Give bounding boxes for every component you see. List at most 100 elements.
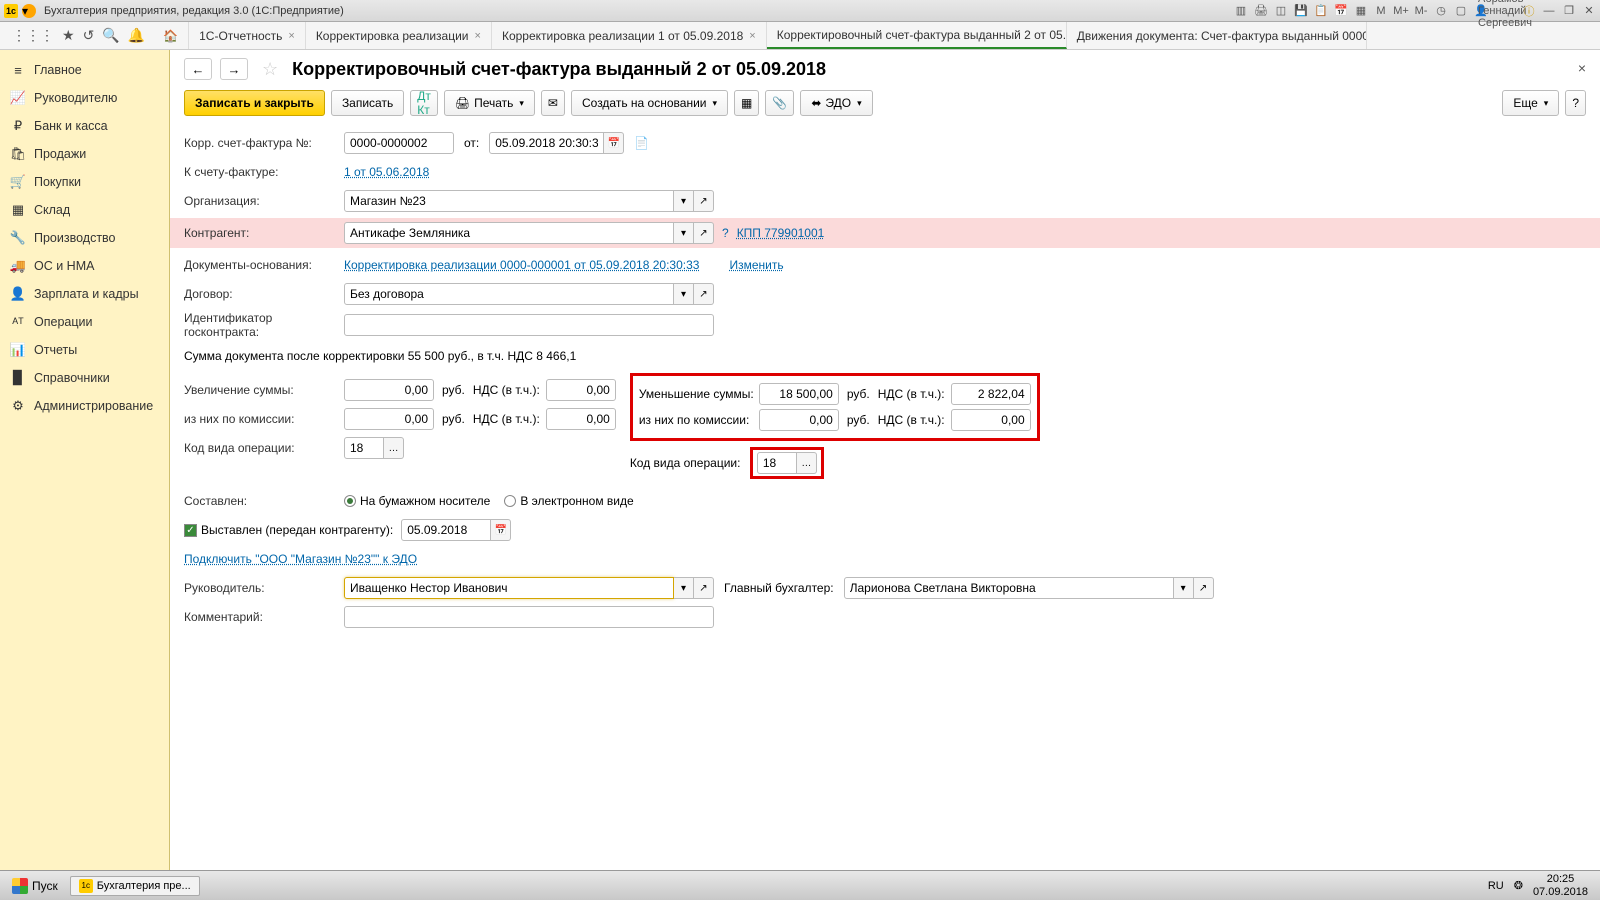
back-button[interactable]: ← — [184, 58, 212, 80]
nav-admin[interactable]: ⚙Администрирование — [0, 392, 169, 420]
director-input[interactable] — [344, 577, 674, 599]
chevron-down-icon[interactable]: ▾ — [1174, 577, 1194, 599]
chevron-down-icon[interactable]: ▾ — [674, 577, 694, 599]
search-icon[interactable]: 🔍 — [102, 27, 119, 44]
dec-sum-input[interactable] — [759, 383, 839, 405]
nav-salary[interactable]: 👤Зарплата и кадры — [0, 280, 169, 308]
inc-comm-input[interactable] — [344, 408, 434, 430]
nav-reports[interactable]: 📊Отчеты — [0, 336, 169, 364]
nav-main[interactable]: ≡Главное — [0, 56, 169, 84]
radio-paper[interactable]: На бумажном носителе — [344, 494, 490, 508]
minimize-icon[interactable]: — — [1542, 4, 1556, 18]
star-icon[interactable]: ★ — [62, 27, 75, 44]
ellipsis-icon[interactable]: … — [384, 437, 404, 459]
related-button[interactable]: ▦ — [734, 90, 759, 116]
tray-icon[interactable]: ❂ — [1514, 879, 1523, 892]
close-doc-icon[interactable]: × — [1578, 60, 1586, 76]
start-button[interactable]: Пуск — [4, 876, 66, 896]
nav-sales[interactable]: 🛍Продажи — [0, 140, 169, 168]
change-link[interactable]: Изменить — [729, 258, 783, 272]
kpp-link[interactable]: КПП 779901001 — [737, 226, 825, 240]
bell-icon[interactable]: 🔔 — [128, 27, 145, 44]
external-icon[interactable]: ↗ — [1194, 577, 1214, 599]
comment-input[interactable] — [344, 606, 714, 628]
m-minus-icon[interactable]: М- — [1414, 4, 1428, 18]
help-icon[interactable]: ? — [722, 226, 729, 240]
op-code1-input[interactable] — [344, 437, 384, 459]
close-icon[interactable]: × — [475, 30, 481, 42]
print-icon[interactable]: 🖨 — [1254, 4, 1268, 18]
calendar-icon[interactable]: 📅 — [491, 519, 511, 541]
calendar-icon[interactable]: 📅 — [604, 132, 624, 154]
more-button[interactable]: Еще▾ — [1502, 90, 1559, 116]
dec-comm-nds-input[interactable] — [951, 409, 1031, 431]
to-invoice-link[interactable]: 1 от 05.06.2018 — [344, 165, 429, 179]
chevron-down-icon[interactable]: ▾ — [674, 222, 694, 244]
date-input[interactable] — [489, 132, 604, 154]
nav-production[interactable]: 🔧Производство — [0, 224, 169, 252]
tab-2[interactable]: Корректировка реализации 1 от 05.09.2018… — [492, 22, 767, 49]
print-button[interactable]: 🖨 Печать▾ — [444, 90, 535, 116]
panel-icon[interactable]: ▢ — [1454, 4, 1468, 18]
close-icon[interactable]: × — [288, 30, 294, 42]
nav-bank[interactable]: ₽Банк и касса — [0, 112, 169, 140]
post-button[interactable]: ДтКт — [410, 90, 438, 116]
copy-icon[interactable]: 📋 — [1314, 4, 1328, 18]
m-plus-icon[interactable]: М+ — [1394, 4, 1408, 18]
op-code2-input[interactable] — [757, 452, 797, 474]
nav-purchases[interactable]: 🛒Покупки — [0, 168, 169, 196]
close-icon[interactable]: × — [749, 30, 755, 42]
attach-button[interactable]: 📎 — [765, 90, 794, 116]
m-icon[interactable]: М — [1374, 4, 1388, 18]
calc-icon[interactable]: ▦ — [1354, 4, 1368, 18]
tab-4[interactable]: Движения документа: Счет-фактура выданны… — [1067, 22, 1367, 49]
create-based-button[interactable]: Создать на основании▾ — [571, 90, 728, 116]
clock[interactable]: 20:25 07.09.2018 — [1533, 873, 1588, 897]
nav-warehouse[interactable]: ▦Склад — [0, 196, 169, 224]
nav-operations[interactable]: ᴬᵀОперации — [0, 308, 169, 336]
connect-edo-link[interactable]: Подключить "ООО "Магазин №23"" к ЭДО — [184, 552, 417, 566]
tab-home[interactable]: 🏠 — [153, 22, 189, 49]
lang-indicator[interactable]: RU — [1488, 880, 1504, 892]
forward-button[interactable]: → — [220, 58, 248, 80]
dec-comm-input[interactable] — [759, 409, 839, 431]
compare-icon[interactable]: ◫ — [1274, 4, 1288, 18]
clock-icon[interactable]: ◷ — [1434, 4, 1448, 18]
help-button[interactable]: ? — [1565, 90, 1586, 116]
org-input[interactable] — [344, 190, 674, 212]
inc-comm-nds-input[interactable] — [546, 408, 616, 430]
tab-1[interactable]: Корректировка реализации× — [306, 22, 492, 49]
issued-checkbox[interactable]: ✓ — [184, 524, 197, 537]
chevron-down-icon[interactable]: ▾ — [674, 283, 694, 305]
close-window-icon[interactable]: ✕ — [1582, 4, 1596, 18]
radio-electronic[interactable]: В электронном виде — [504, 494, 633, 508]
info-icon[interactable]: ⓘ — [1522, 4, 1536, 18]
inc-sum-input[interactable] — [344, 379, 434, 401]
basis-link[interactable]: Корректировка реализации 0000-000001 от … — [344, 258, 699, 272]
calendar-icon[interactable]: 📅 — [1334, 4, 1348, 18]
number-input[interactable] — [344, 132, 454, 154]
status-icon[interactable]: 📄 — [634, 136, 649, 150]
ellipsis-icon[interactable]: … — [797, 452, 817, 474]
chevron-down-icon[interactable]: ▾ — [674, 190, 694, 212]
goscontract-input[interactable] — [344, 314, 714, 336]
record-close-button[interactable]: Записать и закрыть — [184, 90, 325, 116]
save-icon[interactable]: 💾 — [1294, 4, 1308, 18]
tab-3[interactable]: Корректировочный счет-фактура выданный 2… — [767, 22, 1067, 49]
record-button[interactable]: Записать — [331, 90, 404, 116]
apps-icon[interactable]: ⋮⋮⋮ — [12, 27, 54, 44]
nav-assets[interactable]: 🚚ОС и НМА — [0, 252, 169, 280]
external-icon[interactable]: ↗ — [694, 190, 714, 212]
email-button[interactable]: ✉ — [541, 90, 565, 116]
user-name[interactable]: Абрамов Геннадий Сергеевич — [1498, 4, 1512, 18]
app-menu-icon[interactable]: ▾ — [22, 4, 36, 18]
tab-0[interactable]: 1С-Отчетность× — [189, 22, 306, 49]
contragent-input[interactable] — [344, 222, 674, 244]
external-icon[interactable]: ↗ — [694, 283, 714, 305]
history-icon[interactable]: ↺ — [83, 27, 95, 44]
taskbar-item[interactable]: 1c Бухгалтерия пре... — [70, 876, 200, 896]
print-preview-icon[interactable]: ▥ — [1234, 4, 1248, 18]
nav-refs[interactable]: ▉Справочники — [0, 364, 169, 392]
issued-date-input[interactable] — [401, 519, 491, 541]
dec-nds-input[interactable] — [951, 383, 1031, 405]
